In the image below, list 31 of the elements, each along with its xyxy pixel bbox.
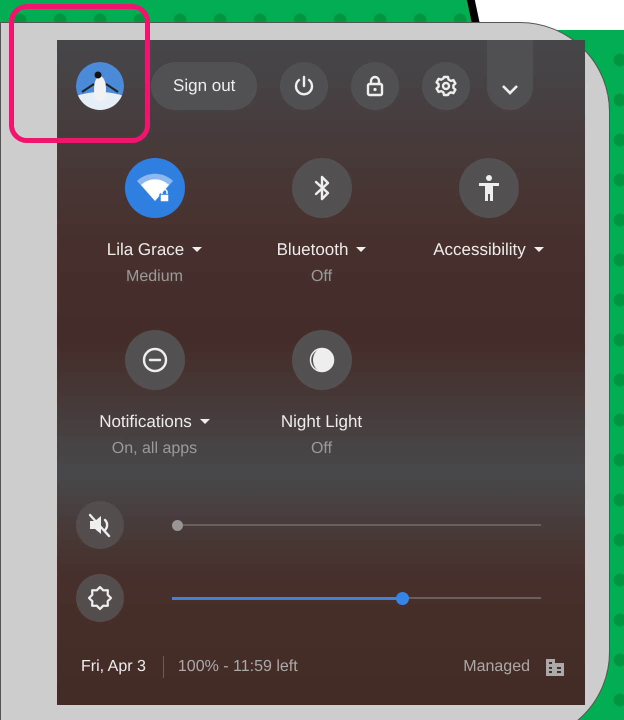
- managed-label: Managed: [463, 658, 530, 676]
- avatar-picture[interactable]: [76, 62, 124, 110]
- dropdown-label[interactable]: Lila Grace: [106, 240, 202, 260]
- minus-circle-icon: [140, 346, 168, 374]
- status-text: On, all apps: [112, 440, 198, 458]
- caret-down-icon: [200, 419, 210, 425]
- person-icon: [478, 174, 500, 202]
- tile-label[interactable]: Night Light: [280, 412, 362, 432]
- building-icon[interactable]: [545, 657, 565, 677]
- crescent-icon: [308, 346, 336, 374]
- lock-icon: [365, 74, 386, 98]
- caret-down-icon: [534, 247, 544, 253]
- volume-button[interactable]: [76, 501, 124, 549]
- speaker-muted-icon: [87, 512, 113, 538]
- sun-outline-icon: [87, 585, 113, 611]
- dropdown-label[interactable]: Notifications: [99, 412, 210, 432]
- dropdown-label[interactable]: Accessibility: [433, 240, 544, 260]
- sign-out-button[interactable]: Sign out: [151, 62, 258, 110]
- caret-down-icon: [356, 247, 366, 253]
- status-text: Off: [310, 440, 332, 458]
- slider-thumb[interactable]: [396, 592, 410, 604]
- status-text: Off: [310, 268, 332, 286]
- dropdown-label[interactable]: Bluetooth: [276, 240, 366, 260]
- settings-icon: [434, 74, 458, 98]
- brightness-button[interactable]: [76, 574, 124, 622]
- slider-thumb[interactable]: [172, 520, 183, 530]
- date-text[interactable]: Fri, Apr 3: [81, 658, 146, 676]
- status-text: Medium: [126, 268, 183, 286]
- battery-status: 100% - 11:59 left: [178, 658, 298, 676]
- caret-down-icon: [192, 247, 202, 253]
- chevron-down-icon: [501, 84, 520, 96]
